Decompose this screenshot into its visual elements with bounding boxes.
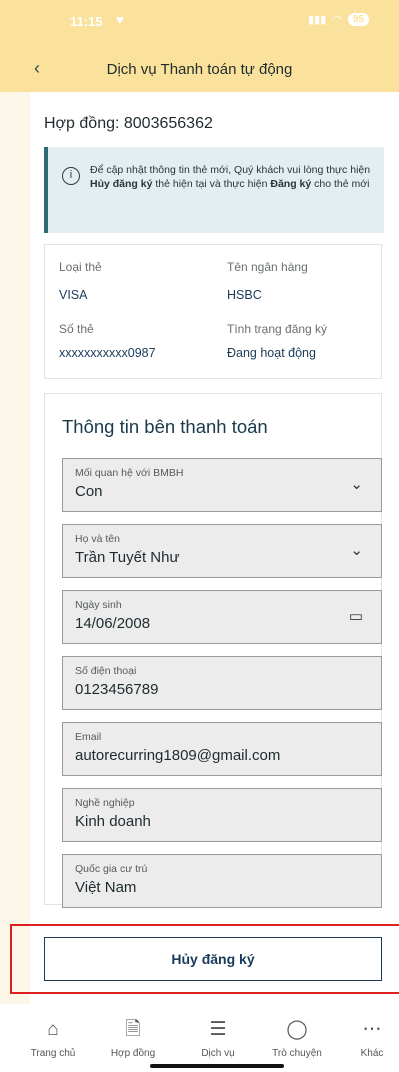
tab-more[interactable]: ⋯ Khác [337, 1018, 399, 1059]
cancel-registration-button[interactable]: Hủy đăng ký [44, 937, 382, 981]
page-title: Dịch vụ Thanh toán tự động [106, 61, 293, 78]
document-icon: 🗎 [125, 1019, 141, 1040]
full-name-select[interactable]: Họ và tên Trần Tuyết Như ⌄ [62, 524, 382, 578]
chevron-down-icon: ⌄ [350, 476, 363, 493]
more-icon: ⋯ [362, 1019, 382, 1040]
status-time: 11:15 [70, 14, 103, 29]
bank-name-value: HSBC [227, 288, 262, 302]
wifi-icon: ◠ [332, 14, 342, 26]
heart-icon: ♥ [116, 12, 124, 27]
info-icon: i [62, 167, 80, 185]
card-number-value: xxxxxxxxxxx0987 [59, 346, 156, 360]
card-info-box: Loại thẻ VISA Tên ngân hàng HSBC Số thẻ … [44, 244, 382, 379]
birth-date-field[interactable]: Ngày sinh 14/06/2008 ▭ [62, 590, 382, 644]
card-number-label: Số thẻ [59, 322, 94, 336]
bottom-tab-bar: ⌂ Trang chủ 🗎 Hợp đồng ☰ Dịch vụ ◯ Trò c… [0, 1004, 399, 1072]
home-indicator [150, 1064, 284, 1068]
email-field[interactable]: Email autorecurring1809@gmail.com [62, 722, 382, 776]
field-value: 14/06/2008 [75, 615, 151, 632]
relationship-select[interactable]: Mối quan hệ với BMBH Con ⌄ [62, 458, 382, 512]
field-label: Số điện thoại [75, 665, 137, 677]
phone-field[interactable]: Số điện thoại 0123456789 [62, 656, 382, 710]
field-value: Kinh doanh [75, 813, 151, 830]
info-notice: i Để cập nhật thông tin thẻ mới, Quý khá… [44, 147, 384, 233]
tab-label: Dịch vụ [201, 1048, 235, 1059]
chat-icon: ◯ [286, 1019, 308, 1040]
country-field[interactable]: Quốc gia cư trú Việt Nam [62, 854, 382, 908]
occupation-field[interactable]: Nghề nghiệp Kinh doanh [62, 788, 382, 842]
field-value: 0123456789 [75, 681, 159, 698]
field-value: Việt Nam [75, 879, 137, 896]
registration-status-value: Đang hoạt động [227, 346, 316, 360]
battery-level: 95 [347, 13, 369, 26]
field-label: Quốc gia cư trú [75, 863, 148, 875]
field-label: Nghề nghiệp [75, 797, 135, 809]
field-value: autorecurring1809@gmail.com [75, 747, 281, 764]
card-type-value: VISA [59, 288, 88, 302]
tab-label: Trang chủ [30, 1048, 76, 1059]
field-value: Trần Tuyết Như [75, 549, 180, 566]
status-bar: 11:15 ♥ ▮▮▮ ◠ 95 [0, 0, 399, 48]
card-type-label: Loại thẻ [59, 260, 102, 274]
tab-contracts[interactable]: 🗎 Hợp đồng [98, 1018, 168, 1059]
field-label: Ngày sinh [75, 599, 122, 611]
registration-status-label: Tình trạng đăng ký [227, 322, 328, 336]
nav-bar: ‹ Dịch vụ Thanh toán tự động [0, 48, 399, 92]
bank-name-label: Tên ngân hàng [227, 260, 308, 274]
field-label: Mối quan hệ với BMBH [75, 467, 184, 479]
contract-number: Hợp đồng: 8003656362 [44, 115, 213, 132]
tab-home[interactable]: ⌂ Trang chủ [18, 1018, 88, 1059]
signal-icon: ▮▮▮ [308, 14, 327, 26]
field-value: Con [75, 483, 103, 500]
calendar-icon[interactable]: ▭ [349, 607, 363, 625]
field-label: Họ và tên [75, 533, 120, 545]
tab-label: Khác [360, 1048, 384, 1059]
notice-text: Để cập nhật thông tin thẻ mới, Quý khách… [90, 164, 371, 190]
field-label: Email [75, 731, 102, 743]
tab-label: Trò chuyện [272, 1048, 322, 1059]
home-icon: ⌂ [47, 1019, 59, 1040]
tab-services[interactable]: ☰ Dịch vụ [183, 1018, 253, 1059]
list-icon: ☰ [209, 1019, 227, 1040]
status-indicators: ▮▮▮ ◠ 95 [308, 13, 369, 26]
payer-section-title: Thông tin bên thanh toán [62, 416, 268, 437]
tab-chat[interactable]: ◯ Trò chuyện [262, 1018, 332, 1059]
tab-label: Hợp đồng [110, 1048, 156, 1059]
chevron-down-icon: ⌄ [350, 542, 363, 559]
